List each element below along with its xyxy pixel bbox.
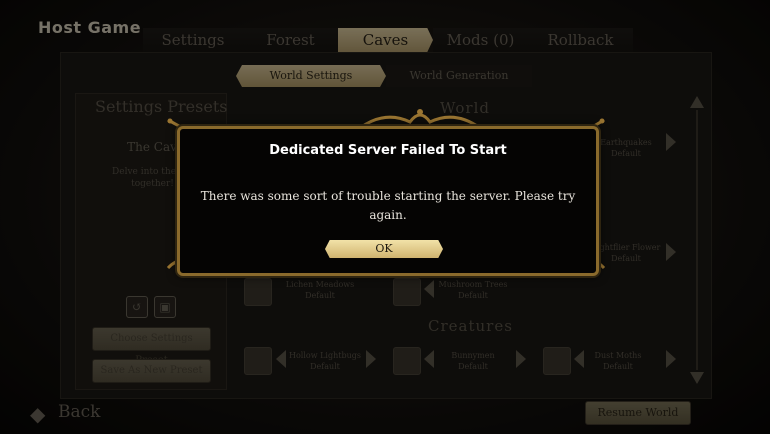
dialog-title: Dedicated Server Failed To Start	[269, 143, 507, 158]
dialog-message: There was some sort of trouble starting …	[200, 189, 576, 222]
ok-button[interactable]: OK	[325, 240, 443, 258]
